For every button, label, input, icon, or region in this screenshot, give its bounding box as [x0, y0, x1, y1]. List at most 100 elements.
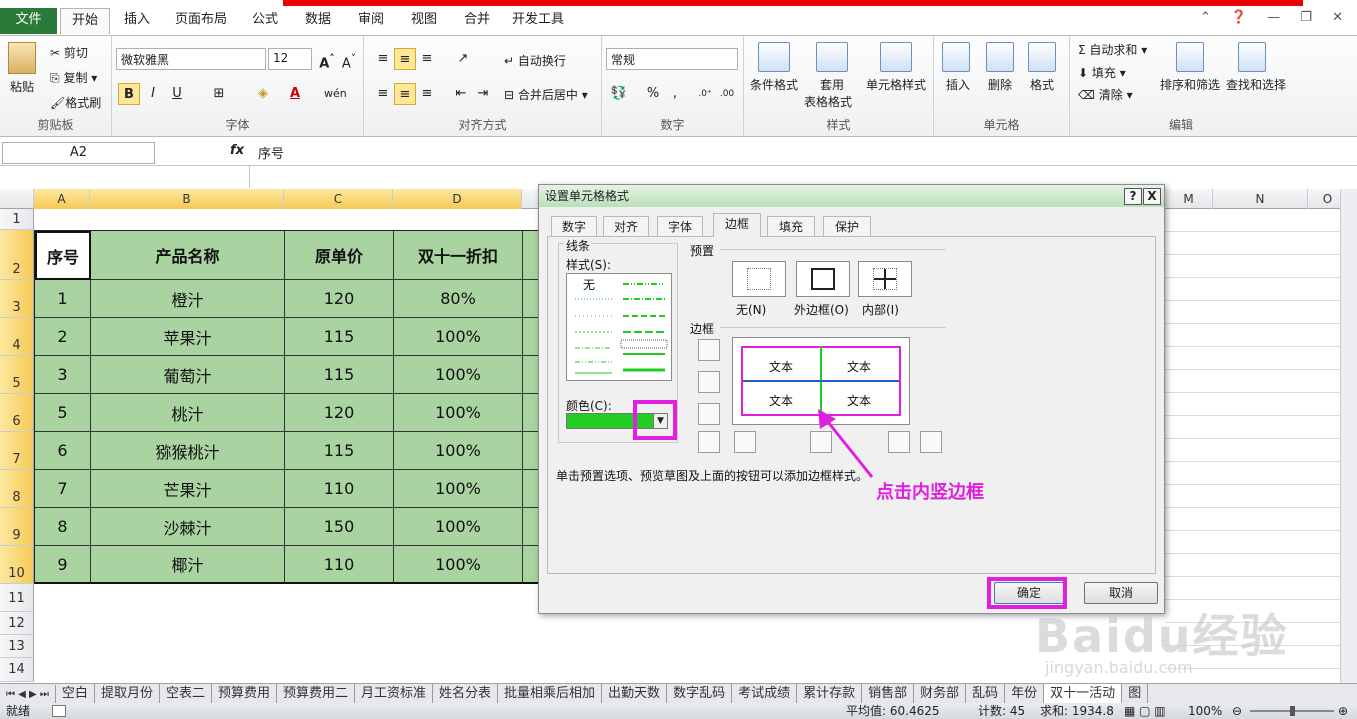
table-format-button[interactable]: 套用 [820, 76, 844, 93]
format-cells-button[interactable]: 格式 [1030, 76, 1054, 93]
row-header[interactable]: 7 [0, 432, 34, 470]
table-header-cell[interactable]: 双十一折扣 [394, 231, 523, 280]
align-right-icon[interactable]: ≡ [416, 83, 438, 105]
table-cell[interactable]: 100% [394, 318, 523, 356]
table-cell[interactable]: 7 [35, 470, 91, 508]
name-box[interactable]: A2 [2, 142, 155, 164]
comma-button[interactable]: , [664, 83, 686, 105]
copy-button[interactable]: ⎘ 复制 ▾ [50, 69, 97, 86]
table-cell[interactable]: 苹果汁 [91, 318, 285, 356]
tab-alignment[interactable]: 对齐 [603, 216, 649, 237]
font-size-select[interactable]: 12 [268, 48, 312, 70]
tab-fill[interactable]: 填充 [767, 216, 815, 237]
preset-inside-button[interactable] [858, 261, 912, 297]
column-header[interactable]: A [34, 189, 90, 209]
column-header[interactable]: C [284, 189, 393, 209]
border-left-icon[interactable] [734, 431, 756, 453]
table-cell[interactable]: 橙汁 [91, 280, 285, 318]
close-button[interactable]: X [1143, 188, 1161, 205]
border-diagonal-down-icon[interactable] [920, 431, 942, 453]
sheet-tab[interactable]: 图 [1122, 684, 1149, 703]
table-cell[interactable]: 120 [285, 394, 394, 432]
table-cell[interactable]: 6 [35, 432, 91, 470]
row-header[interactable]: 14 [0, 658, 34, 682]
bold-button[interactable]: B [118, 83, 140, 105]
autosum-button[interactable]: Σ 自动求和 ▾ [1078, 41, 1147, 58]
vertical-scrollbar[interactable] [1340, 189, 1357, 683]
formula-input[interactable]: 序号 [258, 143, 284, 162]
row-header[interactable]: 6 [0, 394, 34, 432]
tab-border[interactable]: 边框 [713, 213, 761, 237]
decrease-indent-icon[interactable]: ⇤ [450, 83, 472, 105]
row-header[interactable]: 3 [0, 280, 34, 318]
column-header[interactable]: D [393, 189, 522, 209]
percent-button[interactable]: % [642, 83, 664, 105]
table-cell[interactable]: 100% [394, 470, 523, 508]
border-right-icon[interactable] [888, 431, 910, 453]
number-format-select[interactable]: 常规 [606, 48, 738, 70]
tab-file[interactable]: 文件 [0, 8, 57, 34]
table-cell[interactable]: 5 [35, 394, 91, 432]
tab-formulas[interactable]: 公式 [243, 8, 287, 34]
table-cell[interactable]: 100% [394, 546, 523, 584]
table-cell[interactable]: 110 [285, 546, 394, 584]
sheet-tab[interactable]: 空表二 [160, 684, 212, 703]
sheet-tab[interactable]: 批量相乘后相加 [498, 684, 603, 703]
tab-review[interactable]: 审阅 [349, 8, 393, 34]
orientation-icon[interactable]: ↗ [452, 48, 474, 70]
row-header[interactable]: 13 [0, 635, 34, 658]
row-header[interactable]: 9 [0, 508, 34, 546]
conditional-format-button[interactable]: 条件格式 [750, 76, 798, 93]
decrease-decimal-icon[interactable]: .00 [716, 83, 738, 105]
clear-button[interactable]: ⌫ 清除 ▾ [1078, 86, 1133, 103]
row-header[interactable]: 8 [0, 470, 34, 508]
table-cell[interactable]: 2 [35, 318, 91, 356]
align-center-icon[interactable]: ≡ [394, 83, 416, 105]
sheet-nav-icon[interactable]: ⏮ ◀ ▶ ⏭ [0, 685, 56, 703]
sheet-tab[interactable]: 累计存款 [797, 684, 863, 703]
view-buttons-icon[interactable]: ▦ ▢ ▥ [1124, 703, 1166, 719]
fill-color-icon[interactable]: ◈ [252, 83, 274, 105]
tab-data[interactable]: 数据 [296, 8, 340, 34]
shrink-font-icon[interactable]: A˅ [338, 48, 360, 71]
table-cell[interactable]: 110 [285, 470, 394, 508]
underline-button[interactable]: U [166, 83, 188, 105]
table-cell[interactable] [523, 356, 539, 394]
find-select-button[interactable]: 查找和选择 [1226, 76, 1286, 93]
zoom-in-icon[interactable]: ⊕ [1338, 703, 1348, 719]
increase-indent-icon[interactable]: ⇥ [472, 83, 494, 105]
table-header-cell[interactable] [523, 231, 539, 280]
zoom-level[interactable]: 100% [1188, 703, 1222, 719]
table-cell[interactable]: 8 [35, 508, 91, 546]
table-cell[interactable]: 1 [35, 280, 91, 318]
font-color-icon[interactable]: A [284, 83, 306, 105]
tab-insert[interactable]: 插入 [115, 8, 159, 34]
column-header[interactable]: N [1213, 189, 1308, 209]
table-cell[interactable]: 100% [394, 356, 523, 394]
row-header[interactable]: 11 [0, 584, 34, 612]
table-cell[interactable] [523, 432, 539, 470]
sheet-tab[interactable]: 空白 [56, 684, 95, 703]
sheet-tab[interactable]: 乱码 [966, 684, 1006, 703]
table-cell[interactable]: 115 [285, 356, 394, 394]
paste-button[interactable]: 粘贴 [10, 78, 34, 95]
sheet-tab[interactable]: 提取月份 [95, 684, 160, 703]
fill-button[interactable]: ⬇ 填充 ▾ [1078, 64, 1126, 81]
table-cell[interactable]: 100% [394, 508, 523, 546]
sheet-tab[interactable]: 财务部 [914, 684, 967, 703]
align-bottom-icon[interactable]: ≡ [416, 48, 438, 70]
grow-font-icon[interactable]: A˄ [316, 48, 338, 71]
column-header[interactable]: B [90, 189, 284, 209]
tab-font[interactable]: 字体 [657, 216, 703, 237]
select-all-corner[interactable] [0, 189, 34, 209]
sheet-tab[interactable]: 考试成绩 [732, 684, 798, 703]
table-cell[interactable] [523, 394, 539, 432]
table-header-cell[interactable]: 序号 [35, 231, 91, 280]
tab-merge[interactable]: 合并 [455, 8, 499, 34]
table-cell[interactable]: 沙棘汁 [91, 508, 285, 546]
currency-icon[interactable]: 💱 [608, 83, 630, 105]
align-middle-icon[interactable]: ≡ [394, 48, 416, 70]
row-header[interactable]: 1 [0, 209, 34, 230]
preset-outline-button[interactable] [796, 261, 850, 297]
table-header-cell[interactable]: 产品名称 [91, 231, 285, 280]
